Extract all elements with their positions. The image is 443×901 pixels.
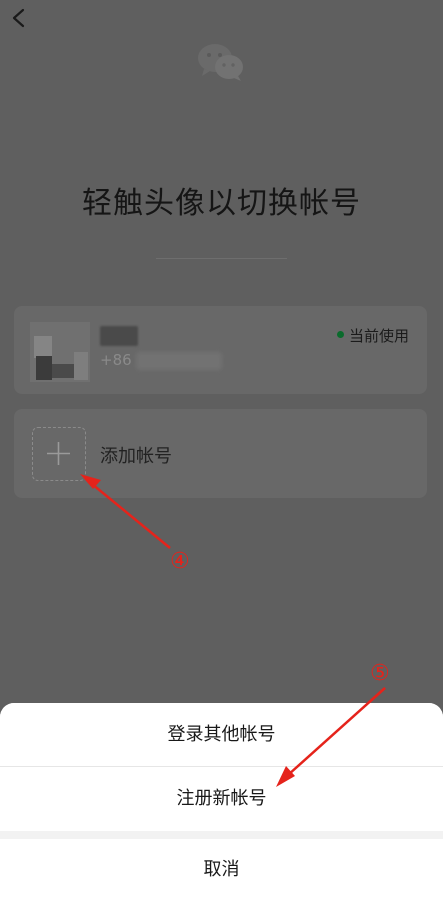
- status-label: 当前使用: [348, 327, 409, 345]
- annotation-step-5: ⑤: [370, 661, 390, 686]
- status-dot-icon: [336, 331, 344, 338]
- account-phone: +86: [100, 351, 132, 369]
- add-account-label: 添加帐号: [100, 446, 172, 467]
- action-sheet: 登录其他帐号 注册新帐号 取消: [0, 703, 443, 901]
- avatar[interactable]: [30, 322, 90, 382]
- page-title: 轻触头像以切换帐号: [82, 186, 361, 221]
- plus-icon: [47, 442, 70, 465]
- add-account-card[interactable]: 添加帐号: [14, 409, 427, 498]
- chevron-left-icon: [12, 8, 25, 28]
- add-account-button[interactable]: [32, 427, 86, 481]
- login-other-account-button[interactable]: 登录其他帐号: [0, 703, 443, 766]
- annotation-step-4: ④: [170, 549, 190, 574]
- current-status-badge: 当前使用: [336, 325, 409, 346]
- account-name-redacted: [100, 326, 138, 346]
- back-button[interactable]: [4, 4, 34, 34]
- account-phone-redacted: [136, 352, 222, 370]
- title-divider: [156, 258, 287, 259]
- register-new-account-button[interactable]: 注册新帐号: [0, 767, 443, 831]
- current-account-card[interactable]: +86 当前使用: [14, 306, 427, 394]
- wechat-logo-icon: [196, 40, 246, 84]
- cancel-button[interactable]: 取消: [0, 839, 443, 901]
- switch-account-screen: 轻触头像以切换帐号 +86 当前使用 添加帐号 ④ ⑤ 登录其他帐号 注册新帐号…: [0, 0, 443, 901]
